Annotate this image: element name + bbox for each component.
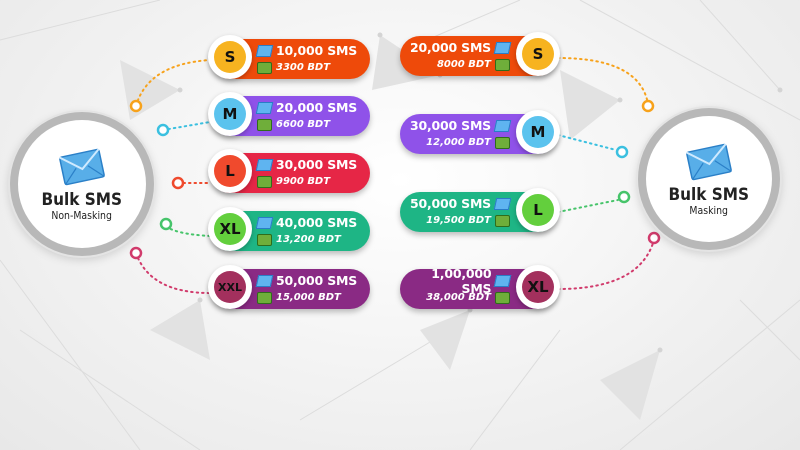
envelope-icon (255, 158, 274, 171)
envelope-icon (493, 41, 512, 54)
sms-count: 20,000 SMS (409, 40, 491, 55)
envelope-icon (493, 197, 512, 210)
price: 19,500 BDT (426, 215, 491, 226)
package-non-masking-m[interactable]: M 20,000 SMS 6600 BDT (208, 92, 370, 136)
bulk-sms-non-masking-hub: Bulk SMS Non-Masking (18, 120, 146, 248)
size-badge: L (208, 149, 252, 193)
price: 38,000 BDT (426, 292, 491, 303)
envelope-icon (493, 119, 512, 132)
size-badge: XL (516, 265, 560, 309)
money-icon (257, 118, 272, 131)
envelope-icon (59, 148, 105, 185)
size-badge: S (516, 32, 560, 76)
package-masking-l[interactable]: 50,000 SMS 19,500 BDT L (400, 188, 560, 232)
price: 9900 BDT (276, 176, 331, 187)
size-badge: M (208, 92, 252, 136)
price: 15,000 BDT (276, 292, 341, 303)
hub-subtitle: Masking (689, 203, 729, 217)
size-badge: XXL (208, 265, 252, 309)
money-icon (257, 61, 272, 74)
sms-count: 50,000 SMS (409, 196, 491, 211)
money-icon (495, 136, 510, 149)
envelope-icon (255, 216, 274, 229)
hub-title: Bulk SMS (668, 184, 750, 205)
envelope-icon (494, 274, 512, 287)
envelope-icon (255, 44, 274, 57)
hub-subtitle: Non-Masking (51, 208, 113, 222)
money-icon (257, 291, 272, 304)
hub-title: Bulk SMS (41, 189, 123, 210)
money-icon (495, 58, 510, 71)
money-icon (495, 214, 510, 227)
size-badge: L (516, 188, 560, 232)
package-masking-s[interactable]: 20,000 SMS 8000 BDT S (400, 32, 560, 76)
package-non-masking-l[interactable]: L 30,000 SMS 9900 BDT (208, 149, 370, 193)
price: 3300 BDT (276, 62, 331, 73)
size-badge: S (208, 35, 252, 79)
money-icon (495, 291, 510, 304)
size-badge: M (516, 110, 560, 154)
price: 8000 BDT (436, 59, 491, 70)
package-masking-xl[interactable]: 1,00,000 SMS 38,000 BDT XL (400, 265, 560, 309)
package-non-masking-xl[interactable]: XL 40,000 SMS 13,200 BDT (208, 207, 370, 251)
sms-count: 10,000 SMS (276, 43, 358, 58)
envelope-icon (255, 101, 274, 114)
package-non-masking-s[interactable]: S 10,000 SMS 3300 BDT (208, 35, 370, 79)
envelope-icon (255, 274, 274, 287)
sms-count: 50,000 SMS (276, 273, 358, 288)
package-non-masking-xxl[interactable]: XXL 50,000 SMS 15,000 BDT (208, 265, 370, 309)
diagram-canvas: Bulk SMS Non-Masking Bulk SMS Masking S … (0, 0, 800, 450)
package-masking-m[interactable]: 30,000 SMS 12,000 BDT M (400, 110, 560, 154)
sms-count: 40,000 SMS (276, 215, 358, 230)
money-icon (257, 233, 272, 246)
price: 13,200 BDT (276, 234, 341, 245)
sms-count: 30,000 SMS (409, 118, 491, 133)
envelope-icon (686, 143, 732, 180)
sms-count: 1,00,000 SMS (431, 265, 492, 296)
sms-count: 20,000 SMS (276, 100, 358, 115)
bulk-sms-masking-hub: Bulk SMS Masking (646, 116, 772, 242)
money-icon (257, 175, 272, 188)
size-badge: XL (208, 207, 252, 251)
price: 6600 BDT (276, 119, 331, 130)
price: 12,000 BDT (426, 137, 491, 148)
sms-count: 30,000 SMS (276, 157, 358, 172)
